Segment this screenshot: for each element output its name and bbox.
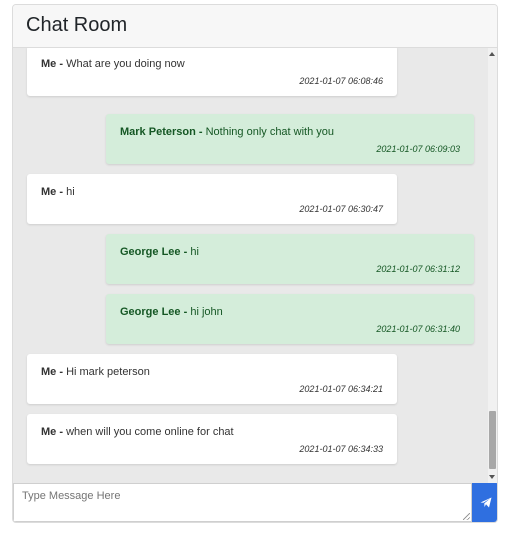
message-text: Hi mark peterson: [66, 366, 150, 378]
paper-plane-icon: [480, 497, 492, 508]
message-text: hi john: [190, 306, 223, 318]
message-timestamp: 2021-01-07 06:08:46: [299, 76, 383, 86]
message-item: Me - Hi mark peterson 2021-01-07 06:34:2…: [27, 354, 397, 404]
scroll-down-arrow-icon[interactable]: [489, 475, 495, 479]
message-sender: Mark Peterson: [120, 126, 196, 138]
message-separator: -: [59, 186, 64, 198]
message-text: when will you come online for chat: [66, 426, 234, 438]
resize-grip-icon[interactable]: [463, 513, 470, 520]
message-item: Me - when will you come online for chat …: [27, 414, 397, 464]
message-item: Me - What are you doing now 2021-01-07 0…: [27, 48, 397, 96]
message-input[interactable]: [13, 483, 472, 522]
message-item: Me - hi 2021-01-07 06:30:47: [27, 174, 397, 224]
message-list[interactable]: Me - What are you doing now 2021-01-07 0…: [13, 48, 488, 483]
message-timestamp: 2021-01-07 06:09:03: [376, 144, 460, 154]
message-timestamp: 2021-01-07 06:30:47: [299, 204, 383, 214]
message-item: George Lee - hi 2021-01-07 06:31:12: [106, 234, 474, 284]
message-sender: Me: [41, 58, 57, 70]
message-sender: Me: [41, 366, 57, 378]
message-list-scrollbar[interactable]: [488, 48, 497, 483]
chat-header: Chat Room: [13, 5, 497, 48]
message-timestamp: 2021-01-07 06:31:12: [376, 264, 460, 274]
message-sender: Me: [41, 426, 57, 438]
page-title: Chat Room: [26, 14, 128, 36]
message-text: hi: [66, 186, 75, 198]
message-separator: -: [183, 246, 188, 258]
message-separator: -: [59, 58, 64, 70]
message-timestamp: 2021-01-07 06:34:21: [299, 384, 383, 394]
send-button[interactable]: [472, 483, 497, 522]
message-separator: -: [59, 426, 64, 438]
message-sender: Me: [41, 186, 57, 198]
message-item: Mark Peterson - Nothing only chat with y…: [106, 114, 474, 164]
message-text: What are you doing now: [66, 58, 185, 70]
message-text: Nothing only chat with you: [205, 126, 335, 138]
message-sender: George Lee: [120, 246, 181, 258]
message-separator: -: [198, 126, 203, 138]
scrollbar-thumb[interactable]: [489, 411, 496, 469]
message-separator: -: [183, 306, 188, 318]
message-sender: George Lee: [120, 306, 181, 318]
chat-card: Chat Room Me - What are you doing now 20…: [12, 4, 498, 523]
scroll-up-arrow-icon[interactable]: [489, 52, 495, 56]
message-item: George Lee - hi john 2021-01-07 06:31:40: [106, 294, 474, 344]
message-timestamp: 2021-01-07 06:31:40: [376, 324, 460, 334]
message-text: hi: [190, 246, 199, 258]
message-separator: -: [59, 366, 64, 378]
message-timestamp: 2021-01-07 06:34:33: [299, 444, 383, 454]
